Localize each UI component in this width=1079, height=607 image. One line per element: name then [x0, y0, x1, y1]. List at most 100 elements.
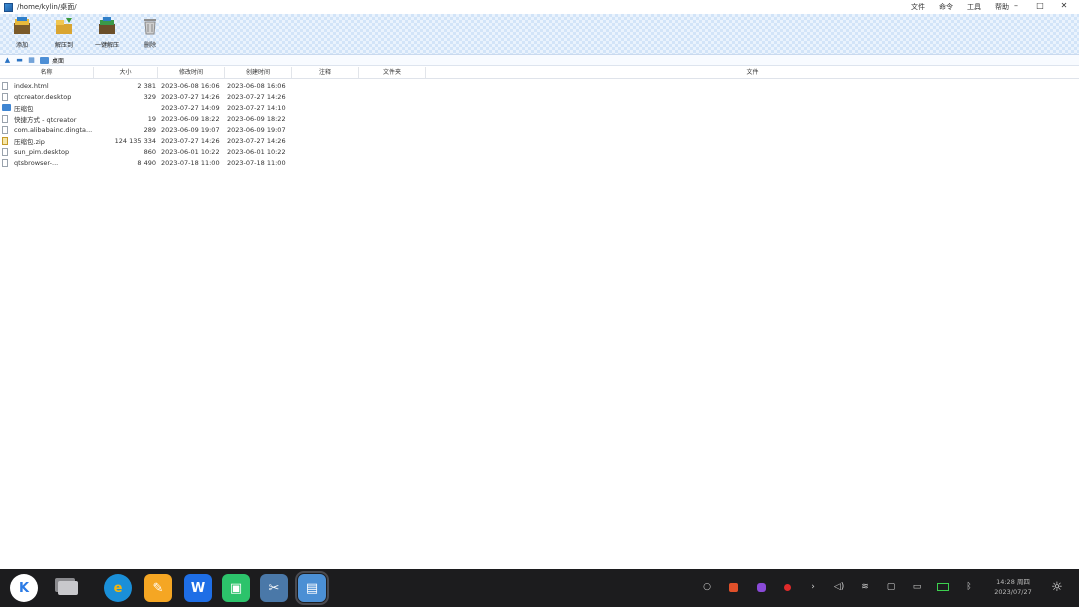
file-list: index.html 2 381 2023-06-08 16:06 2023-0…: [0, 80, 1079, 168]
extract-to-icon: [56, 18, 72, 34]
battery-icon[interactable]: [936, 580, 950, 594]
file-icon: [2, 147, 8, 156]
menu-tools[interactable]: 工具: [967, 2, 981, 12]
pencil-app-icon[interactable]: ✎: [144, 574, 172, 602]
menu-bar: 文件 命令 工具 帮助: [911, 2, 1009, 12]
one-click-extract-icon: [99, 17, 115, 34]
file-size: 124 135 334: [114, 136, 156, 145]
bluetooth-icon[interactable]: ᛒ: [962, 580, 976, 594]
add-archive-icon: [14, 17, 30, 34]
file-modified: 2023-06-01 10:22: [161, 147, 220, 156]
volume-icon[interactable]: ◁): [832, 580, 846, 594]
column-file[interactable]: 文件: [426, 67, 1079, 78]
file-created: 2023-06-09 18:22: [227, 114, 286, 123]
tray-app-purple-icon[interactable]: [754, 580, 768, 594]
file-name: qtcreator.desktop: [14, 92, 72, 101]
maximize-button[interactable]: □: [1035, 1, 1045, 10]
toolbar: 添加 解压到 一键解压 删除: [0, 14, 1079, 55]
file-size: 2 381: [137, 81, 156, 90]
file-modified: 2023-07-27 14:26: [161, 92, 220, 101]
file-name: 压缩包.zip: [14, 137, 45, 146]
file-size: 329: [143, 92, 156, 101]
table-row[interactable]: sun_pim.desktop 860 2023-06-01 10:22 202…: [0, 146, 1079, 157]
shortcut-file-icon: [2, 114, 8, 123]
tray-app-red-icon[interactable]: [726, 580, 740, 594]
screenshot-tool-icon[interactable]: ✂: [260, 574, 288, 602]
chevron-right-icon[interactable]: ›: [806, 580, 820, 594]
table-row[interactable]: qtsbrowser-... 8 490 2023-07-18 11:00 20…: [0, 157, 1079, 168]
file-created: 2023-07-27 14:26: [227, 136, 286, 145]
file-icon: [2, 92, 8, 101]
file-modified: 2023-07-18 11:00: [161, 158, 220, 167]
minimize-button[interactable]: –: [1011, 1, 1021, 10]
table-row[interactable]: com.alibabainc.dingta... 289 2023-06-09 …: [0, 124, 1079, 135]
up-arrow-icon[interactable]: ▲: [3, 56, 12, 64]
table-row[interactable]: qtcreator.desktop 329 2023-07-27 14:26 2…: [0, 91, 1079, 102]
column-folder[interactable]: 文件夹: [359, 67, 426, 78]
file-created: 2023-07-27 14:10: [227, 103, 286, 112]
file-created: 2023-07-18 11:00: [227, 158, 286, 167]
close-button[interactable]: ✕: [1059, 1, 1069, 10]
table-row[interactable]: 快捷方式 - qtcreator 19 2023-06-09 18:22 202…: [0, 113, 1079, 124]
archive-app-icon: [4, 2, 13, 12]
notification-icon[interactable]: ▢: [884, 580, 898, 594]
extract-to-button[interactable]: 解压到: [44, 16, 84, 52]
add-button-label: 添加: [15, 42, 28, 49]
file-created: 2023-06-01 10:22: [227, 147, 286, 156]
file-icon: [2, 125, 8, 134]
browser-icon[interactable]: e: [104, 574, 132, 602]
one-click-extract-button[interactable]: 一键解压: [87, 16, 127, 52]
start-menu-icon[interactable]: K: [10, 574, 38, 602]
wifi-icon[interactable]: ≋: [858, 580, 872, 594]
file-name: qtsbrowser-...: [14, 158, 59, 167]
keyboard-icon[interactable]: ▭: [910, 580, 924, 594]
app-store-icon[interactable]: ▣: [222, 574, 250, 602]
column-name[interactable]: 名称: [0, 67, 94, 78]
menu-file[interactable]: 文件: [911, 2, 925, 12]
file-modified: 2023-06-09 18:22: [161, 114, 220, 123]
column-created[interactable]: 创建时间: [225, 67, 292, 78]
zip-file-icon: [2, 136, 8, 145]
extract-to-label: 解压到: [54, 42, 73, 49]
file-size: 860: [143, 147, 156, 156]
file-size: 289: [143, 125, 156, 134]
file-created: 2023-06-08 16:06: [227, 81, 286, 90]
wps-office-icon[interactable]: W: [184, 574, 212, 602]
record-icon[interactable]: [780, 580, 794, 594]
address-bar: ▲ ▬ ▦ 桌面: [0, 55, 1079, 66]
file-icon: [2, 158, 8, 167]
list-view-icon[interactable]: ▬: [15, 56, 24, 64]
delete-button[interactable]: 删除: [130, 16, 170, 52]
file-size: 19: [147, 114, 156, 123]
file-name: sun_pim.desktop: [14, 147, 70, 156]
file-created: 2023-07-27 14:26: [227, 92, 286, 101]
current-location[interactable]: 桌面: [52, 56, 64, 65]
clock-date: 2023/07/27: [994, 588, 1032, 596]
menu-command[interactable]: 命令: [939, 2, 953, 12]
details-view-icon[interactable]: ▦: [27, 56, 36, 64]
search-icon[interactable]: ○: [700, 580, 714, 594]
brightness-icon[interactable]: ☼: [1050, 580, 1064, 595]
one-click-extract-label: 一键解压: [94, 42, 119, 49]
column-modified[interactable]: 修改时间: [158, 67, 225, 78]
archive-manager-icon[interactable]: ▤: [295, 571, 329, 605]
delete-icon: [144, 19, 156, 35]
column-size[interactable]: 大小: [94, 67, 158, 78]
file-name: com.alibabainc.dingta...: [14, 125, 93, 134]
table-row[interactable]: 压缩包.zip 124 135 334 2023-07-27 14:26 202…: [0, 135, 1079, 146]
column-header: 名称 大小 修改时间 创建时间 注释 文件夹 文件: [0, 67, 1079, 79]
file-modified: 2023-06-09 19:07: [161, 125, 220, 134]
file-icon: [2, 81, 8, 90]
folder-icon: [40, 56, 49, 64]
file-name: 压缩包: [14, 104, 34, 113]
column-comment[interactable]: 注释: [292, 67, 359, 78]
table-row[interactable]: 压缩包 2023-07-27 14:09 2023-07-27 14:10: [0, 102, 1079, 113]
folder-icon: [2, 104, 11, 111]
table-row[interactable]: index.html 2 381 2023-06-08 16:06 2023-0…: [0, 80, 1079, 91]
file-modified: 2023-06-08 16:06: [161, 81, 220, 90]
clock-time: 14:28 周四: [996, 578, 1030, 586]
clock[interactable]: 14:28 周四 2023/07/27: [990, 577, 1036, 597]
add-button[interactable]: 添加: [2, 16, 42, 52]
multitask-view-icon[interactable]: [54, 574, 82, 602]
menu-help[interactable]: 帮助: [995, 2, 1009, 12]
